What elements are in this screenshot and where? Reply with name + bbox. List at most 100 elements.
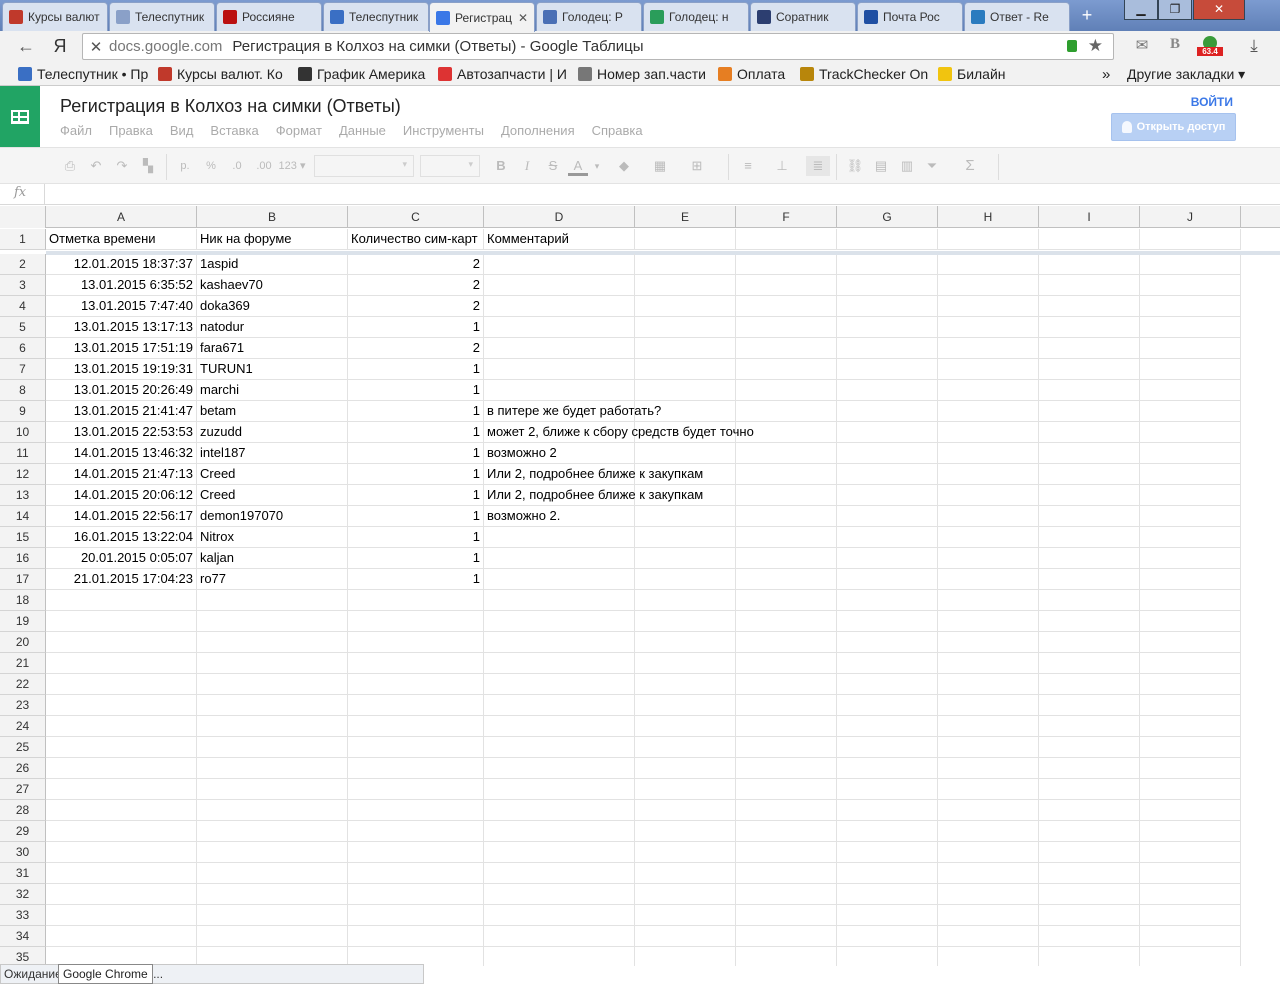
cell[interactable] bbox=[736, 821, 837, 842]
row-header[interactable]: 29 bbox=[0, 821, 46, 842]
fill-color-icon[interactable]: ◆ bbox=[614, 156, 634, 176]
cell[interactable] bbox=[938, 611, 1039, 632]
cell[interactable] bbox=[837, 947, 938, 966]
cell[interactable] bbox=[348, 653, 484, 674]
menu-item[interactable]: Формат bbox=[276, 123, 322, 138]
cell[interactable] bbox=[1140, 401, 1241, 422]
cell[interactable] bbox=[938, 632, 1039, 653]
cell[interactable] bbox=[938, 296, 1039, 317]
cell[interactable]: 1 bbox=[348, 464, 484, 485]
cell[interactable] bbox=[197, 758, 348, 779]
cell[interactable] bbox=[1140, 884, 1241, 905]
cell[interactable]: 20.01.2015 0:05:07 bbox=[46, 548, 197, 569]
cell[interactable] bbox=[938, 800, 1039, 821]
row-header[interactable]: 8 bbox=[0, 380, 46, 401]
merge-cells-icon[interactable]: ⊞ bbox=[686, 156, 708, 176]
cell[interactable] bbox=[1140, 229, 1241, 250]
cell[interactable] bbox=[938, 229, 1039, 250]
cell[interactable] bbox=[1140, 926, 1241, 947]
row-header[interactable]: 7 bbox=[0, 359, 46, 380]
cell[interactable] bbox=[46, 800, 197, 821]
cell[interactable] bbox=[46, 863, 197, 884]
row-header[interactable]: 18 bbox=[0, 590, 46, 611]
select-all-corner[interactable] bbox=[0, 206, 46, 228]
row-header[interactable]: 32 bbox=[0, 884, 46, 905]
cell[interactable] bbox=[197, 926, 348, 947]
cell[interactable] bbox=[1039, 653, 1140, 674]
browser-tab[interactable]: Телеспутник bbox=[109, 2, 215, 31]
row-header[interactable]: 16 bbox=[0, 548, 46, 569]
cell[interactable] bbox=[46, 590, 197, 611]
cell[interactable] bbox=[635, 779, 736, 800]
column-header[interactable]: F bbox=[736, 206, 837, 228]
browser-tab[interactable]: Регистрация ✕ bbox=[429, 2, 535, 32]
cell[interactable] bbox=[837, 317, 938, 338]
cell[interactable] bbox=[837, 842, 938, 863]
cell[interactable] bbox=[1039, 884, 1140, 905]
cell[interactable] bbox=[736, 548, 837, 569]
insert-chart-icon[interactable]: ▥ bbox=[897, 156, 917, 176]
cell[interactable] bbox=[938, 653, 1039, 674]
cell[interactable] bbox=[837, 254, 938, 275]
cell[interactable] bbox=[197, 737, 348, 758]
cell[interactable] bbox=[197, 800, 348, 821]
cell[interactable] bbox=[484, 884, 635, 905]
cell[interactable] bbox=[837, 800, 938, 821]
cell[interactable] bbox=[635, 632, 736, 653]
cell[interactable] bbox=[1039, 779, 1140, 800]
cell[interactable] bbox=[484, 359, 635, 380]
cell[interactable]: Creed bbox=[197, 485, 348, 506]
cell[interactable] bbox=[484, 842, 635, 863]
cell[interactable] bbox=[1039, 443, 1140, 464]
cell[interactable] bbox=[484, 380, 635, 401]
cell[interactable]: 1 bbox=[348, 422, 484, 443]
address-bar[interactable]: ✕ docs.google.com Регистрация в Колхоз н… bbox=[82, 33, 1114, 60]
cell[interactable] bbox=[837, 758, 938, 779]
cell[interactable] bbox=[1140, 611, 1241, 632]
cell[interactable] bbox=[197, 674, 348, 695]
cell[interactable] bbox=[1140, 716, 1241, 737]
cell[interactable] bbox=[1140, 443, 1241, 464]
stop-loading-icon[interactable]: ✕ bbox=[83, 38, 109, 56]
cell[interactable] bbox=[1140, 653, 1241, 674]
insert-comment-icon[interactable]: ▤ bbox=[871, 156, 891, 176]
cell[interactable] bbox=[1140, 863, 1241, 884]
menu-item[interactable]: Файл bbox=[60, 123, 92, 138]
column-header[interactable]: I bbox=[1039, 206, 1140, 228]
back-button[interactable]: ← bbox=[14, 35, 38, 57]
cell[interactable]: kashaev70 bbox=[197, 275, 348, 296]
cell[interactable] bbox=[938, 275, 1039, 296]
column-header[interactable]: E bbox=[635, 206, 736, 228]
cell[interactable] bbox=[348, 758, 484, 779]
cell[interactable]: 2 bbox=[348, 275, 484, 296]
cell[interactable] bbox=[736, 779, 837, 800]
cell[interactable] bbox=[484, 863, 635, 884]
column-header[interactable]: D bbox=[484, 206, 635, 228]
row-header[interactable]: 14 bbox=[0, 506, 46, 527]
cell[interactable] bbox=[736, 611, 837, 632]
column-header[interactable]: H bbox=[938, 206, 1039, 228]
cell[interactable] bbox=[484, 674, 635, 695]
cell[interactable] bbox=[348, 821, 484, 842]
cell[interactable] bbox=[1140, 317, 1241, 338]
cell[interactable] bbox=[837, 716, 938, 737]
menu-item[interactable]: Инструменты bbox=[403, 123, 484, 138]
cell[interactable] bbox=[484, 800, 635, 821]
cell[interactable]: 1 bbox=[348, 401, 484, 422]
cell[interactable] bbox=[938, 779, 1039, 800]
column-header[interactable]: B bbox=[197, 206, 348, 228]
row-header[interactable]: 26 bbox=[0, 758, 46, 779]
cell[interactable] bbox=[197, 779, 348, 800]
cell[interactable] bbox=[938, 695, 1039, 716]
cell[interactable] bbox=[837, 779, 938, 800]
cell[interactable] bbox=[635, 527, 736, 548]
cell[interactable] bbox=[1140, 842, 1241, 863]
cell[interactable] bbox=[1039, 737, 1140, 758]
cell[interactable] bbox=[1039, 422, 1140, 443]
cell[interactable] bbox=[736, 905, 837, 926]
cell[interactable] bbox=[1039, 401, 1140, 422]
cell[interactable] bbox=[1140, 737, 1241, 758]
cell[interactable] bbox=[1039, 821, 1140, 842]
cell[interactable] bbox=[736, 254, 837, 275]
cell[interactable] bbox=[938, 485, 1039, 506]
